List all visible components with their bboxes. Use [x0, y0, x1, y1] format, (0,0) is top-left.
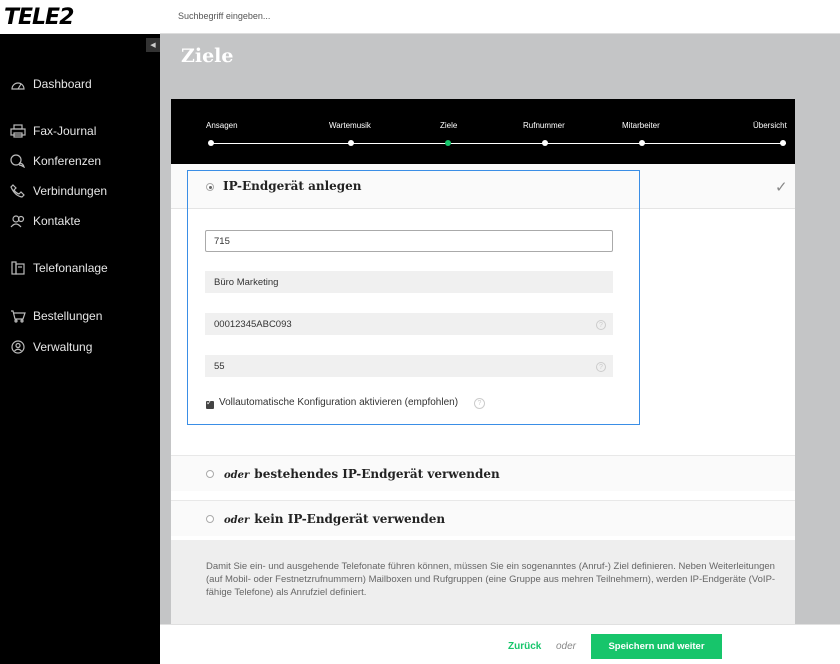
chat-icon [9, 153, 27, 169]
step-dot-rufnummer[interactable] [542, 140, 548, 146]
save-and-continue-button[interactable]: Speichern und weiter [591, 634, 722, 659]
page-title: Ziele [181, 45, 234, 67]
or-separator: oder [556, 641, 577, 652]
info-text: Damit Sie ein- und ausgehende Telefonate… [206, 561, 776, 598]
option-existing-device[interactable]: oder bestehendes IP-Endgerät verwenden [171, 455, 795, 491]
phone-system-icon [9, 260, 27, 276]
logo-text: TELE2 [4, 4, 74, 30]
checkmark-icon: ✓ [775, 179, 788, 196]
option-existing-label: bestehendes IP-Endgerät verwenden [254, 467, 500, 481]
step-progress-line [211, 143, 786, 144]
step-dot-ziele[interactable] [445, 140, 451, 146]
phone-icon [9, 183, 27, 199]
option-no-device[interactable]: oder kein IP-Endgerät verwenden [171, 500, 795, 536]
bottom-action-bar: Zurück oder Speichern und weiter [160, 624, 840, 664]
sidebar-item-label: Bestellungen [33, 309, 103, 323]
option-none-prefix: oder [224, 515, 250, 526]
sidebar-item-label: Fax-Journal [33, 124, 97, 138]
sidebar: TELE2 ◀ Dashboard Fax-Journal Konferenze… [0, 0, 160, 664]
wizard-stepper: Ansagen Wartemusik Ziele Rufnummer Mitar… [171, 99, 795, 164]
sidebar-item-verbindungen[interactable]: Verbindungen [0, 180, 160, 202]
step-dot-ansagen[interactable] [208, 140, 214, 146]
user-circle-icon [9, 339, 27, 355]
step-dot-wartemusik[interactable] [348, 140, 354, 146]
option-existing-prefix: oder [224, 470, 250, 481]
sidebar-item-dashboard[interactable]: Dashboard [0, 73, 160, 95]
step-label-mitarbeiter[interactable]: Mitarbeiter [622, 121, 660, 130]
sidebar-item-label: Konferenzen [33, 154, 102, 168]
sidebar-item-telefonanlage[interactable]: Telefonanlage [0, 257, 160, 279]
step-label-wartemusik[interactable]: Wartemusik [329, 121, 371, 130]
option-none-title: oder kein IP-Endgerät verwenden [224, 512, 445, 526]
radio-no-device[interactable] [206, 515, 214, 523]
sidebar-item-konferenzen[interactable]: Konferenzen [0, 150, 160, 172]
option-none-label: kein IP-Endgerät verwenden [254, 512, 446, 526]
step-label-ansagen[interactable]: Ansagen [206, 121, 238, 130]
logo[interactable]: TELE2 [0, 0, 160, 34]
focus-highlight-box [187, 170, 640, 425]
step-label-uebersicht[interactable]: Übersicht [753, 121, 787, 130]
printer-icon [9, 123, 27, 139]
dashboard-icon [9, 76, 27, 92]
step-label-ziele[interactable]: Ziele [440, 121, 457, 130]
cart-icon [9, 308, 27, 324]
step-label-rufnummer[interactable]: Rufnummer [523, 121, 565, 130]
sidebar-item-label: Dashboard [33, 77, 92, 91]
step-dot-uebersicht[interactable] [780, 140, 786, 146]
info-box: Damit Sie ein- und ausgehende Telefonate… [171, 540, 795, 624]
sidebar-item-kontakte[interactable]: Kontakte [0, 210, 160, 232]
back-link[interactable]: Zurück [508, 641, 541, 652]
top-bar [160, 0, 840, 34]
sidebar-item-label: Verwaltung [33, 340, 93, 354]
sidebar-item-label: Kontakte [33, 214, 81, 228]
sidebar-item-verwaltung[interactable]: Verwaltung [0, 336, 160, 358]
sidebar-item-label: Verbindungen [33, 184, 108, 198]
option-existing-title: oder bestehendes IP-Endgerät verwenden [224, 467, 500, 481]
sidebar-item-label: Telefonanlage [33, 261, 108, 275]
contacts-icon [9, 213, 27, 229]
radio-existing-device[interactable] [206, 470, 214, 478]
collapse-sidebar-button[interactable]: ◀ [146, 38, 160, 52]
search-input[interactable] [178, 6, 578, 26]
step-dot-mitarbeiter[interactable] [639, 140, 645, 146]
sidebar-item-fax-journal[interactable]: Fax-Journal [0, 120, 160, 142]
sidebar-item-bestellungen[interactable]: Bestellungen [0, 305, 160, 327]
